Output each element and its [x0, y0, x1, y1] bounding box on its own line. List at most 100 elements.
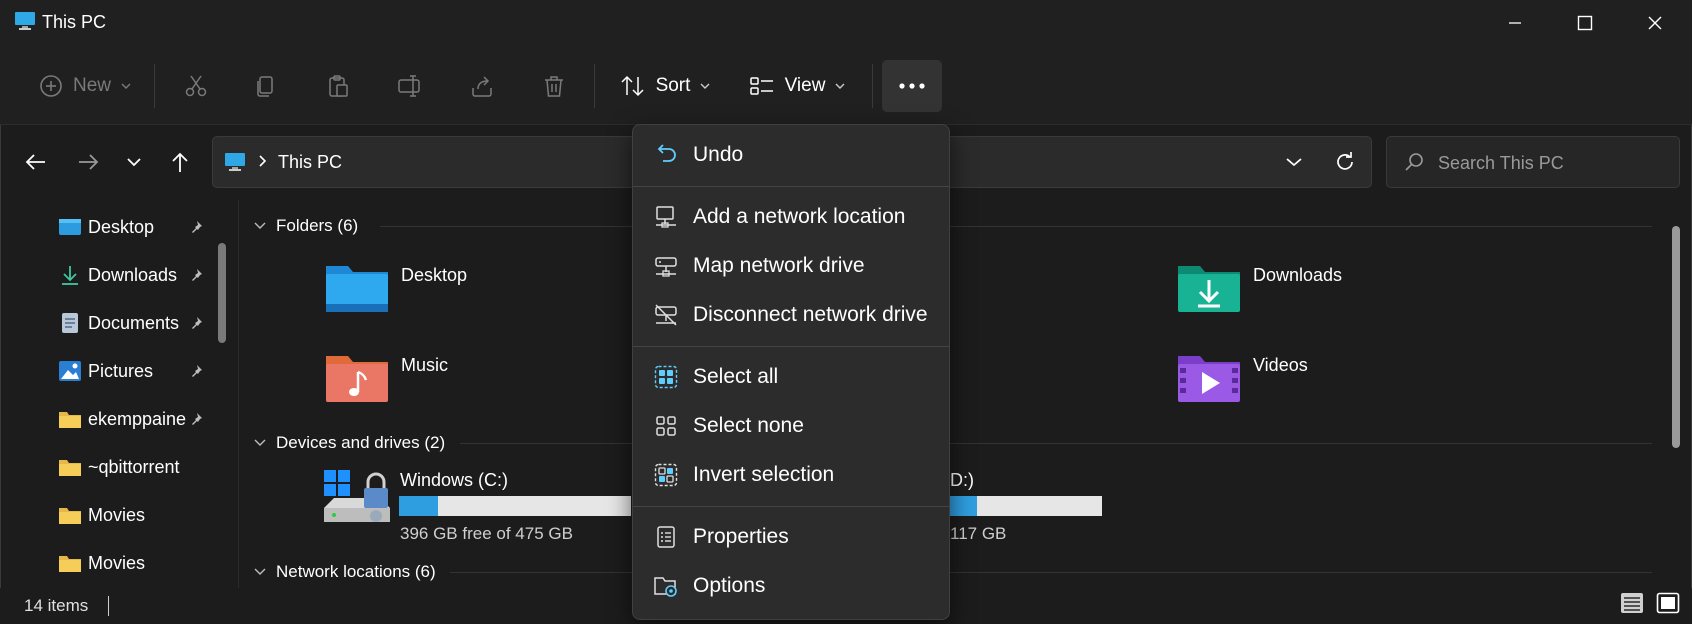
sidebar-item-qbittorrent[interactable]: ~qbittorrent — [58, 447, 218, 487]
disconnect-drive-icon — [653, 302, 679, 328]
pin-icon — [190, 220, 204, 234]
recent-locations-button[interactable] — [114, 144, 154, 180]
view-button[interactable]: View — [742, 60, 852, 112]
chevron-down-icon — [254, 439, 266, 446]
folder-desktop-label[interactable]: Desktop — [401, 265, 467, 286]
drive-d-free-text: 117 GB — [950, 524, 1007, 543]
paste-button[interactable] — [318, 60, 358, 112]
tiles-view-button[interactable] — [1656, 592, 1680, 614]
sidebar-item-label: Movies — [88, 552, 146, 573]
select-all-icon — [653, 364, 679, 390]
share-icon — [472, 76, 492, 97]
view-label: View — [784, 75, 826, 96]
maximize-icon — [1577, 15, 1593, 31]
address-history-button[interactable] — [1280, 150, 1308, 174]
sort-label: Sort — [655, 75, 691, 96]
trash-icon — [545, 76, 563, 97]
back-button[interactable] — [16, 144, 56, 180]
devices-group-header[interactable]: Devices and drives (2) — [254, 433, 445, 453]
group-divider — [380, 226, 1652, 227]
group-divider — [450, 572, 1652, 573]
search-icon — [1404, 152, 1424, 177]
chevron-down-icon — [254, 222, 266, 229]
rename-button[interactable] — [390, 60, 430, 112]
options-icon — [653, 573, 679, 599]
folder-icon — [59, 508, 81, 524]
sort-button[interactable]: Sort — [612, 60, 718, 112]
toolbar-divider — [872, 64, 873, 108]
scissors-icon — [185, 75, 207, 97]
folder-music-label[interactable]: Music — [401, 355, 448, 376]
breadcrumb-this-pc[interactable]: This PC — [278, 152, 342, 173]
picture-icon — [59, 361, 81, 381]
undo-icon — [653, 142, 679, 168]
chevron-right-icon — [258, 154, 268, 173]
title-bar[interactable] — [0, 0, 1692, 48]
invert-selection-icon — [653, 462, 679, 488]
maximize-button[interactable] — [1550, 0, 1620, 46]
arrow-right-icon — [79, 154, 99, 170]
drive-c-usage-fill — [399, 496, 439, 516]
desktop-folder-icon — [324, 260, 390, 314]
folder-downloads-label[interactable]: Downloads — [1253, 265, 1342, 286]
refresh-icon — [1337, 152, 1353, 170]
drive-c-free-text: 396 GB free of 475 GB — [400, 524, 573, 543]
tiles-view-icon — [1656, 592, 1680, 614]
toolbar-divider — [594, 64, 595, 108]
pin-icon — [190, 412, 204, 426]
menu-item-map-network-drive[interactable]: Map network drive — [641, 244, 941, 288]
pane-splitter[interactable] — [238, 200, 239, 590]
window-title: This PC — [42, 12, 107, 32]
desktop-icon — [59, 219, 81, 235]
network-group-header[interactable]: Network locations (6) — [254, 562, 436, 582]
menu-item-options[interactable]: Options — [641, 564, 941, 608]
navigation-pane-scrollbar[interactable] — [218, 243, 226, 343]
windows-drive-icon — [322, 468, 392, 526]
sidebar-item-label: Downloads — [88, 264, 178, 285]
map-drive-icon — [653, 253, 679, 279]
folder-videos-label[interactable]: Videos — [1253, 355, 1308, 376]
menu-item-undo[interactable]: Undo — [641, 133, 941, 177]
menu-item-invert-selection[interactable]: Invert selection — [641, 453, 941, 497]
menu-item-add-network-location[interactable]: Add a network location — [641, 195, 941, 239]
close-button[interactable] — [1620, 0, 1690, 46]
pin-icon — [190, 268, 204, 282]
minimize-button[interactable] — [1480, 0, 1550, 46]
copy-button[interactable] — [246, 60, 286, 112]
sidebar-item-label: ~qbittorrent — [88, 456, 180, 477]
see-more-button[interactable] — [882, 60, 942, 112]
sidebar-item-label: Movies — [88, 504, 146, 525]
details-view-button[interactable] — [1620, 592, 1644, 614]
search-input[interactable] — [1436, 148, 1670, 178]
sidebar-item-label: Pictures — [88, 360, 154, 381]
view-list-icon — [749, 77, 773, 95]
sidebar-item-movies[interactable]: Movies — [58, 543, 218, 583]
menu-item-select-all[interactable]: Select all — [641, 355, 941, 399]
sidebar-item-label: Desktop — [88, 216, 155, 237]
paste-icon — [329, 75, 348, 97]
plus-circle-icon — [40, 75, 62, 97]
downloads-folder-icon — [1176, 260, 1242, 314]
chevron-down-icon — [121, 83, 131, 89]
menu-item-properties[interactable]: Properties — [641, 515, 941, 559]
copy-icon — [257, 76, 273, 97]
folders-group-header[interactable]: Folders (6) — [254, 216, 358, 236]
videos-folder-icon — [1176, 350, 1242, 404]
chevron-down-icon — [254, 568, 266, 575]
delete-button[interactable] — [534, 60, 574, 112]
sidebar-item-movies[interactable]: Movies — [58, 495, 218, 535]
refresh-button[interactable] — [1330, 148, 1360, 176]
menu-item-disconnect-network-drive[interactable]: Disconnect network drive — [641, 293, 941, 337]
forward-button[interactable] — [68, 144, 108, 180]
drive-c-label[interactable]: Windows (C:) — [400, 470, 508, 491]
cut-button[interactable] — [176, 60, 216, 112]
this-pc-icon — [14, 11, 36, 31]
new-button[interactable]: New — [30, 60, 140, 112]
chevron-down-icon — [127, 158, 141, 167]
folder-icon — [59, 460, 81, 476]
up-button[interactable] — [160, 144, 200, 180]
content-scrollbar[interactable] — [1672, 226, 1680, 448]
share-button[interactable] — [462, 60, 502, 112]
menu-item-select-none[interactable]: Select none — [641, 404, 941, 448]
arrow-up-icon — [172, 152, 188, 172]
